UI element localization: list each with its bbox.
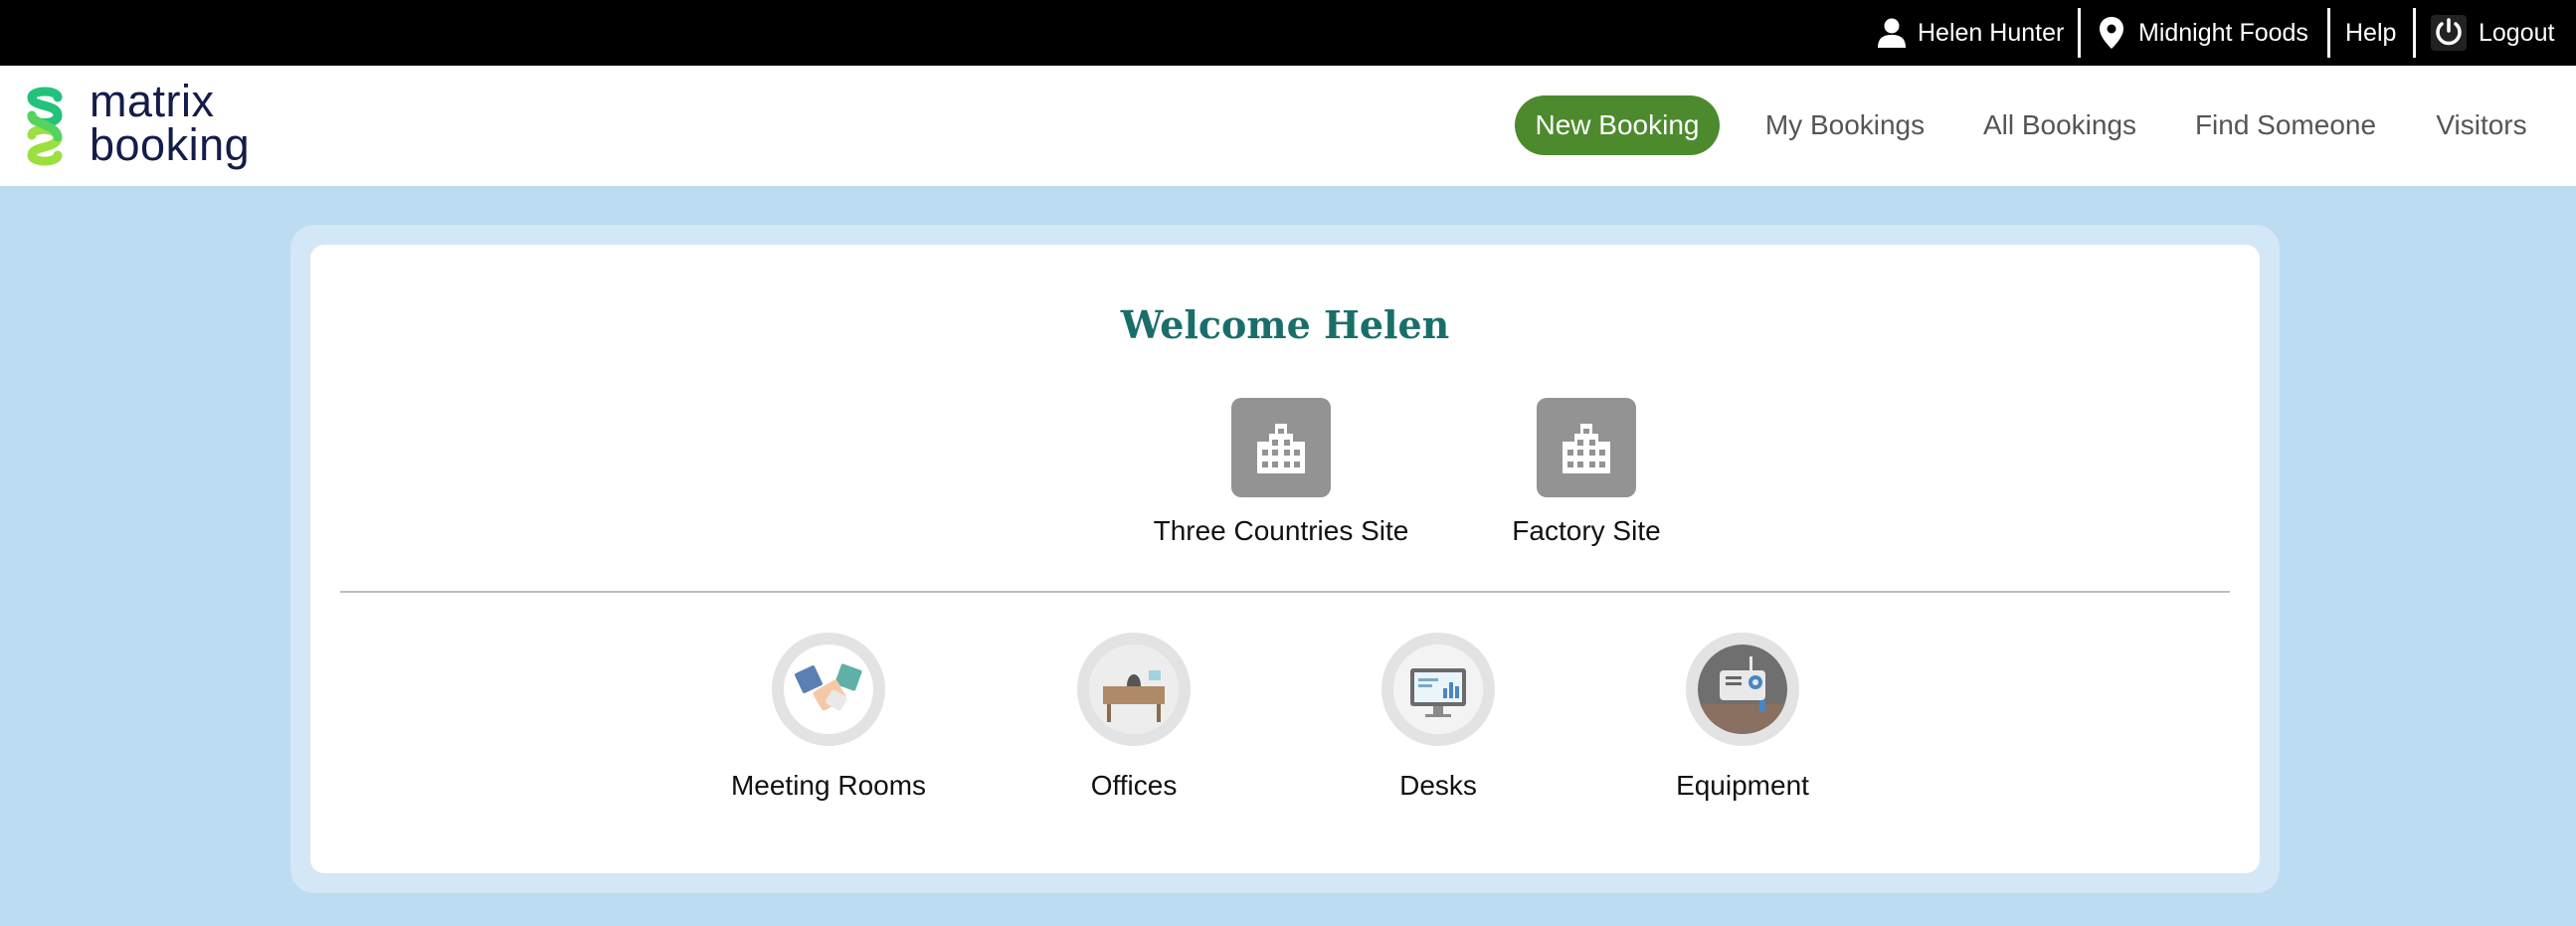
divider [340,591,2230,593]
organisation-menu[interactable]: Midnight Foods [2099,0,2308,66]
user-name: Helen Hunter [1918,18,2065,47]
user-menu[interactable]: Helen Hunter [1876,0,2064,66]
category-label: Equipment [1676,770,1809,801]
equipment-icon [1686,633,1799,746]
logout-icon [2431,15,2467,51]
category-desks[interactable]: Desks [1309,633,1567,802]
location-pin-icon [2100,17,2123,49]
site-label: Three Countries Site [1153,515,1409,546]
help-label: Help [2345,18,2397,47]
nav-all-bookings[interactable]: All Bookings [1969,95,2150,155]
help-link[interactable]: Help [2345,0,2396,66]
booking-panel: Welcome Helen Three Countries Site Facto… [310,245,2260,873]
top-bar: Helen Hunter Midnight Foods Help Logout [0,0,2576,66]
logout-link[interactable]: Logout [2431,0,2554,66]
category-equipment[interactable]: Equipment [1613,633,1872,802]
category-offices[interactable]: Offices [1005,633,1263,802]
logout-label: Logout [2479,18,2555,47]
building-icon [1231,398,1331,497]
separator [2413,8,2416,58]
organisation-name: Midnight Foods [2138,18,2308,47]
nav-visitors[interactable]: Visitors [2427,95,2536,155]
offices-icon [1077,633,1191,746]
meeting-rooms-icon [772,633,885,746]
category-label: Desks [1399,770,1477,801]
logo-line-1: matrix [90,76,215,126]
user-icon [1878,18,1906,48]
welcome-heading: Welcome Helen [1120,302,1450,347]
header: matrix booking New Booking My Bookings A… [0,66,2576,186]
site-label: Factory Site [1512,515,1661,546]
separator [2327,8,2330,58]
matrix-booking-logo[interactable] [14,86,76,172]
logo-icon [27,87,63,166]
building-icon [1537,398,1636,497]
nav-new-booking[interactable]: New Booking [1515,95,1720,155]
category-label: Offices [1090,770,1178,801]
category-label: Meeting Rooms [730,770,927,801]
desks-icon [1381,633,1495,746]
nav-find-someone[interactable]: Find Someone [2186,95,2385,155]
nav-my-bookings[interactable]: My Bookings [1743,95,1947,155]
site-three-countries[interactable]: Three Countries Site [1132,398,1430,547]
logo-text: matrix booking [90,76,251,170]
separator [2078,8,2081,58]
logo-line-2: booking [90,119,251,170]
category-meeting-rooms[interactable]: Meeting Rooms [699,633,958,802]
site-factory[interactable]: Factory Site [1437,398,1736,547]
